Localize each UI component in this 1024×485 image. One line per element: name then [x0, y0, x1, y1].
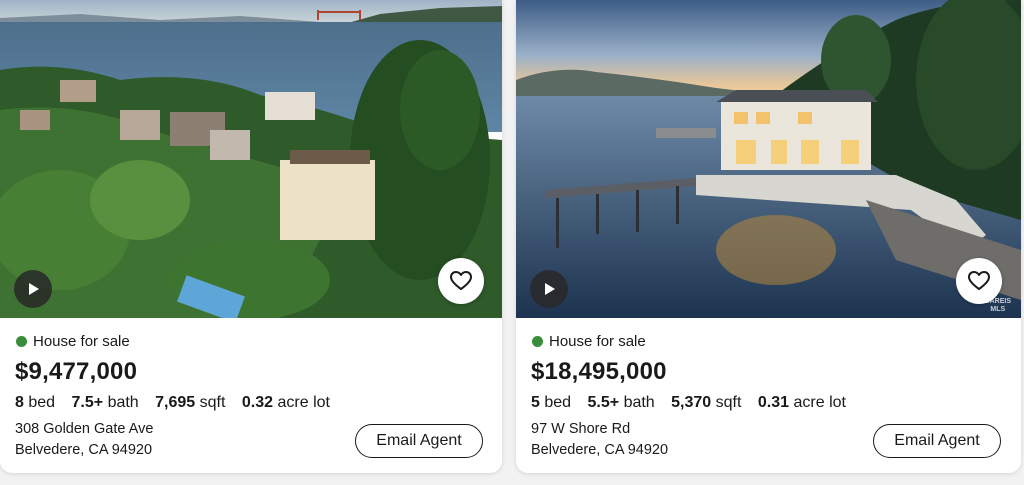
listing-photo[interactable] — [0, 0, 502, 318]
email-agent-button[interactable]: Email Agent — [873, 424, 1001, 458]
listing-card[interactable]: BAREIS MLS House for sale $18,495,000 5 … — [516, 0, 1021, 473]
listing-status: House for sale — [532, 333, 646, 350]
listing-photo[interactable]: BAREIS MLS — [516, 0, 1021, 318]
play-icon — [545, 283, 555, 295]
status-dot-icon — [16, 336, 27, 347]
address-street: 97 W Shore Rd — [531, 421, 631, 437]
play-video-button[interactable] — [14, 270, 52, 308]
favorite-button[interactable] — [438, 258, 484, 304]
play-video-button[interactable] — [530, 270, 568, 308]
baths-value: 7.5+ — [71, 394, 104, 411]
listing-price: $18,495,000 — [531, 358, 667, 385]
listing-stats: 5 bed 5.5+ bath 5,370 sqft 0.31 acre lot — [531, 394, 858, 412]
lot-unit: acre lot — [277, 394, 330, 411]
mls-watermark: BAREIS MLS — [985, 298, 1011, 314]
listing-status: House for sale — [16, 333, 130, 350]
beds-unit: bed — [28, 394, 56, 411]
beds-unit: bed — [544, 394, 572, 411]
lot-value: 0.31 — [757, 394, 790, 411]
aerial-house-photo — [0, 0, 502, 318]
baths-unit: bath — [623, 394, 655, 411]
beds-value: 8 — [15, 394, 24, 411]
baths-unit: bath — [107, 394, 139, 411]
play-icon — [29, 283, 39, 295]
listing-stats: 8 bed 7.5+ bath 7,695 sqft 0.32 acre lot — [15, 394, 342, 412]
watermark-line2: MLS — [990, 306, 1006, 313]
heart-outline-icon — [968, 271, 990, 290]
listing-card[interactable]: House for sale $9,477,000 8 bed 7.5+ bat… — [0, 0, 502, 473]
baths-value: 5.5+ — [587, 394, 620, 411]
waterfront-house-photo — [516, 0, 1021, 318]
lot-value: 0.32 — [241, 394, 274, 411]
watermark-line1: BAREIS — [984, 298, 1011, 305]
beds-value: 5 — [531, 394, 540, 411]
address-street: 308 Golden Gate Ave — [15, 421, 154, 437]
address-city: Belvedere, CA 94920 — [15, 442, 153, 458]
sqft-value: 5,370 — [671, 394, 712, 411]
sqft-value: 7,695 — [155, 394, 196, 411]
address-city: Belvedere, CA 94920 — [531, 442, 669, 458]
lot-unit: acre lot — [793, 394, 846, 411]
status-label: House for sale — [549, 333, 646, 350]
status-label: House for sale — [33, 333, 130, 350]
sqft-unit: sqft — [199, 394, 226, 411]
heart-outline-icon — [450, 271, 472, 290]
sqft-unit: sqft — [715, 394, 742, 411]
status-dot-icon — [532, 336, 543, 347]
email-agent-button[interactable]: Email Agent — [355, 424, 483, 458]
listing-price: $9,477,000 — [15, 358, 138, 385]
